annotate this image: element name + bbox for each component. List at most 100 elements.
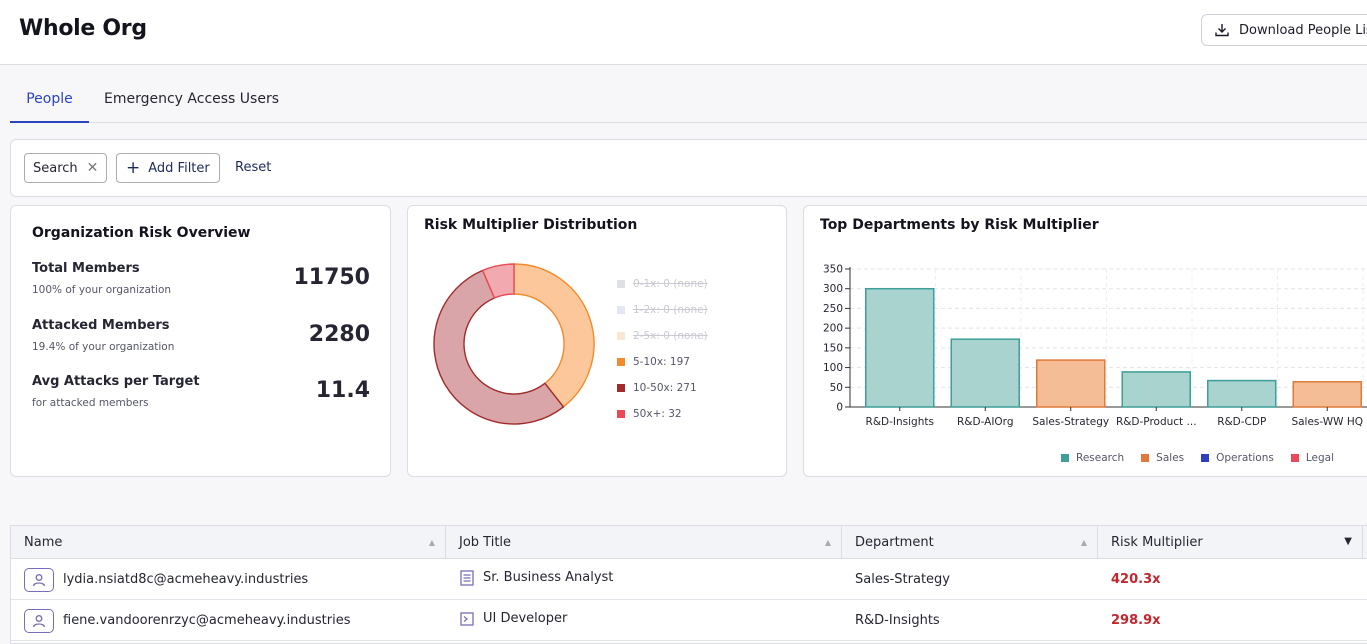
legend-label: 50x+: 32 [633, 408, 682, 420]
user-email[interactable]: lydia.nsiatd8c@acmeheavy.industries [63, 572, 308, 587]
donut-slice-5-10x[interactable] [513, 263, 595, 408]
page-title: Whole Org [19, 16, 147, 41]
legend-swatch [1141, 454, 1150, 462]
main-content: People Emergency Access Users Search ✕ +… [0, 65, 1367, 644]
sort-up-icon[interactable]: ▲ [825, 538, 831, 547]
add-filter-label: Add Filter [148, 160, 210, 176]
bar-r-d-aiorg[interactable] [950, 338, 1020, 408]
bar-r-d-cdp[interactable] [1207, 379, 1277, 408]
legend-swatch [617, 410, 625, 418]
legend-label: Legal [1305, 452, 1335, 464]
table-row[interactable]: lydia.nsiatd8c@acmeheavy.industries Sr. … [11, 559, 1367, 600]
legend-label: 0-1x: 0 [633, 278, 670, 290]
y-tick-label: 0 [836, 402, 843, 414]
column-label: Department [855, 535, 934, 550]
y-tick-label: 50 [830, 382, 843, 394]
y-tick-label: 200 [823, 323, 843, 335]
download-people-list-button[interactable]: Download People List [1201, 14, 1367, 46]
legend-label: 5-10x: 197 [633, 356, 690, 368]
sort-up-icon[interactable]: ▲ [1081, 538, 1087, 547]
department-legend: Research Sales Operations Legal [1061, 452, 1351, 464]
sort-up-icon[interactable]: ▲ [429, 538, 435, 547]
legend-swatch [617, 358, 625, 366]
legend-label: Research [1076, 452, 1125, 464]
legend-label: 10-50x: 271 [633, 382, 697, 394]
x-tick-label: R&D-AIOrg [957, 416, 1013, 428]
risk-multiplier-distribution-card: Risk Multiplier Distribution 0-1x: 0 (no… [407, 205, 787, 477]
tab-emergency-access-users[interactable]: Emergency Access Users [104, 91, 279, 123]
document-icon [460, 569, 474, 586]
donut-chart [433, 263, 595, 425]
tab-people[interactable]: People [10, 91, 89, 123]
metric-value-avg-attacks: 11.4 [315, 378, 370, 403]
cell-department: Sales-Strategy [855, 572, 950, 587]
column-label: Job Title [459, 535, 512, 550]
metric-sub-total-members: 100% of your organization [32, 284, 172, 296]
plus-icon: + [126, 158, 141, 178]
job-title: UI Developer [483, 611, 568, 626]
organization-risk-overview-card: Organization Risk Overview Total Members… [10, 205, 391, 477]
people-table: Name ▲ Job Title ▲ Department ▲ Risk Mul… [10, 525, 1367, 644]
terminal-icon [460, 611, 474, 626]
x-tick-label: R&D-CDP [1217, 416, 1266, 428]
job-title: Sr. Business Analyst [483, 570, 614, 585]
cell-department: R&D-Insights [855, 613, 940, 628]
cell-name: fiene.vandoorenrzyc@acmeheavy.industries [24, 600, 351, 641]
table-header: Name ▲ Job Title ▲ Department ▲ Risk Mul… [11, 526, 1367, 559]
cell-name: lydia.nsiatd8c@acmeheavy.industries [24, 559, 308, 600]
search-filter-chip[interactable]: Search ✕ [24, 153, 108, 183]
legend-swatch [617, 384, 625, 392]
legend-item-1-2x[interactable]: 1-2x: 0 (none) [617, 304, 708, 316]
overview-title: Organization Risk Overview [32, 225, 251, 241]
legend-item-10-50x[interactable]: 10-50x: 271 [617, 382, 697, 394]
download-label: Download People List [1239, 22, 1367, 38]
x-tick-label: R&D-Insights [866, 416, 934, 428]
cell-job-title: UI Developer [460, 598, 567, 639]
legend-suffix: (none) [673, 304, 708, 316]
bar-sales-strategy[interactable] [1036, 359, 1106, 408]
legend-item-legal[interactable]: Legal [1290, 452, 1335, 464]
reset-button[interactable]: Reset [235, 160, 271, 175]
legend-item-0-1x[interactable]: 0-1x: 0 (none) [617, 278, 708, 290]
legend-swatch [1061, 454, 1069, 462]
legend-item-2-5x[interactable]: 2-5x: 0 (none) [617, 330, 708, 342]
y-tick-label: 150 [823, 342, 843, 354]
download-icon [1215, 24, 1229, 37]
sort-down-icon[interactable]: ▼ [1344, 536, 1352, 547]
metric-value-attacked-members: 2280 [308, 322, 370, 347]
legend-swatch [617, 280, 625, 288]
column-header-name[interactable]: Name ▲ [11, 526, 446, 559]
metric-value-total-members: 11750 [293, 265, 370, 290]
column-label: Name [24, 535, 63, 550]
user-email[interactable]: fiene.vandoorenrzyc@acmeheavy.industries [63, 613, 351, 628]
legend-item-sales[interactable]: Sales [1141, 452, 1184, 464]
legend-swatch [1201, 454, 1210, 462]
departments-title: Top Departments by Risk Multiplier [820, 217, 1099, 233]
x-tick-label: Sales-Strategy [1032, 416, 1109, 428]
legend-item-operations[interactable]: Operations [1201, 452, 1274, 464]
legend-item-5-10x[interactable]: 5-10x: 197 [617, 356, 690, 368]
user-icon [24, 567, 54, 592]
close-icon[interactable]: ✕ [87, 160, 99, 176]
top-departments-card: Top Departments by Risk Multiplier 0 50 10… [803, 205, 1367, 477]
legend-label: 1-2x: 0 [633, 304, 670, 316]
legend-item-50x-plus[interactable]: 50x+: 32 [617, 408, 682, 420]
metric-label-total-members: Total Members [32, 261, 140, 276]
legend-label: Operations [1216, 452, 1274, 464]
column-header-risk-multiplier[interactable]: Risk Multiplier ▼ [1098, 526, 1363, 559]
bar-r-d-product-[interactable] [1121, 371, 1191, 408]
bar-r-d-insights[interactable] [865, 287, 935, 408]
legend-label: 2-5x: 0 [633, 330, 670, 342]
y-tick-label: 350 [823, 264, 843, 276]
legend-item-research[interactable]: Research [1061, 452, 1124, 464]
cell-risk-multiplier: 420.3x [1111, 572, 1161, 587]
cell-risk-multiplier: 298.9x [1111, 613, 1161, 628]
legend-swatch [617, 306, 625, 314]
legend-suffix: (none) [673, 278, 708, 290]
add-filter-button[interactable]: + Add Filter [116, 153, 220, 183]
column-header-department[interactable]: Department ▲ [842, 526, 1098, 559]
x-tick-label: Sales-WW HQ [1291, 416, 1363, 428]
bar-sales-ww-hq[interactable] [1292, 381, 1362, 408]
column-header-job-title[interactable]: Job Title ▲ [446, 526, 842, 559]
table-row[interactable]: fiene.vandoorenrzyc@acmeheavy.industries… [11, 600, 1367, 641]
